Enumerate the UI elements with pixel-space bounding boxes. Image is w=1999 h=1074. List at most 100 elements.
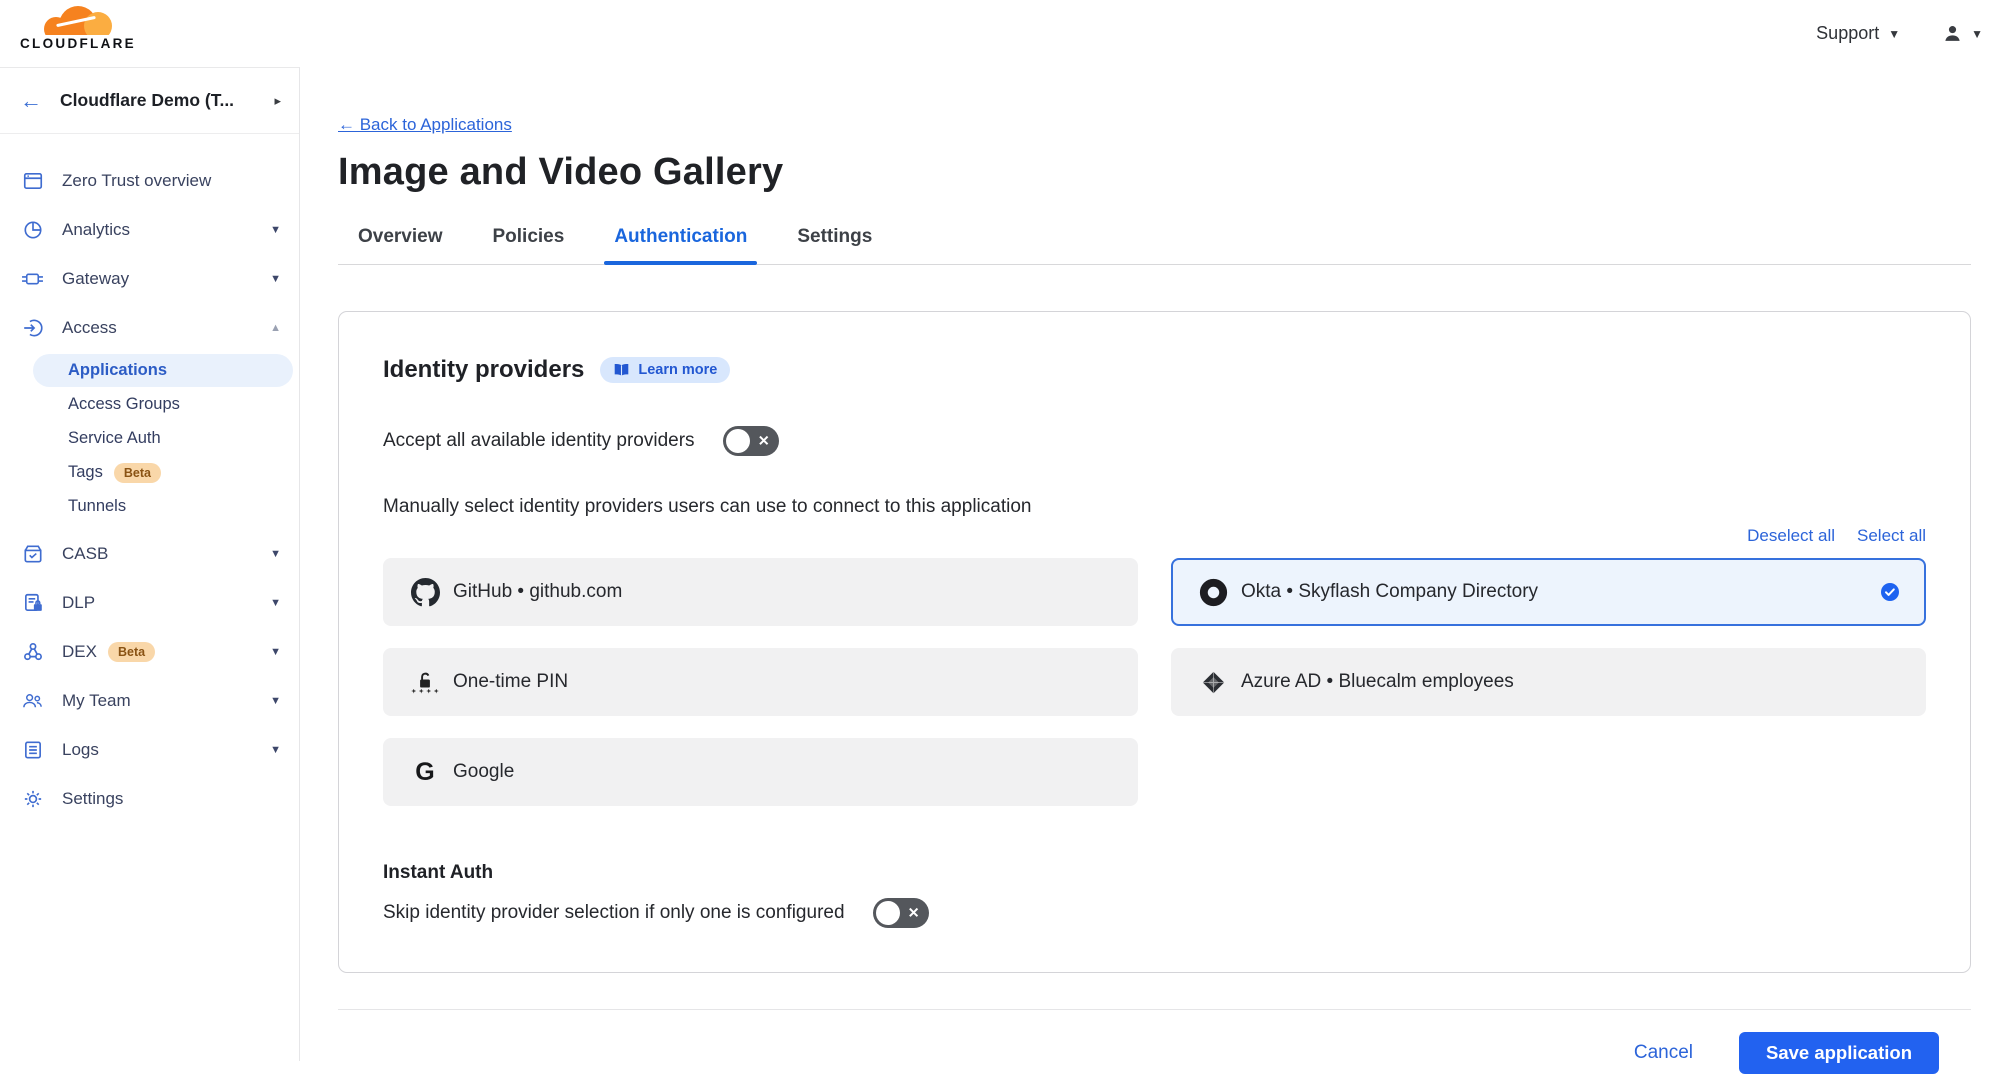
sidebar-item-zero-trust-overview[interactable]: Zero Trust overview [0,156,299,205]
tab-authentication[interactable]: Authentication [612,222,749,264]
chevron-down-icon[interactable]: ▼ [270,224,281,236]
chevron-up-icon[interactable]: ▲ [270,322,281,334]
chevron-down-icon: ▼ [1888,27,1900,41]
account-switcher[interactable]: ← Cloudflare Demo (T... ▸ [0,68,299,134]
instant-auth-toggle[interactable]: ✕ [873,898,929,928]
beta-badge: Beta [108,642,155,662]
overview-icon [21,169,44,192]
azure-ad-icon [1197,669,1229,696]
sidebar: ← Cloudflare Demo (T... ▸ Zero Trust ove… [0,67,300,1061]
sidebar-item-dex[interactable]: DEX Beta ▼ [0,627,299,676]
provider-tile-azure-ad[interactable]: Azure AD • Bluecalm employees [1171,648,1926,716]
page-title: Image and Video Gallery [338,151,1971,194]
sidebar-item-settings[interactable]: Settings [0,774,299,823]
one-time-pin-icon [409,671,441,694]
sidebar-item-label: Settings [62,789,123,809]
instant-auth-heading: Instant Auth [383,862,1926,884]
learn-more-label: Learn more [638,362,717,378]
accept-all-label: Accept all available identity providers [383,430,695,452]
chevron-down-icon[interactable]: ▼ [270,744,281,756]
support-menu[interactable]: Support ▼ [1816,23,1900,44]
support-label: Support [1816,23,1879,44]
sidebar-nav: Zero Trust overview Analytics ▼ Gateway … [0,134,299,823]
sidebar-item-label: My Team [62,691,131,711]
okta-icon [1197,578,1229,607]
chevron-down-icon[interactable]: ▼ [270,273,281,285]
chevron-down-icon[interactable]: ▼ [270,695,281,707]
gateway-icon [21,267,44,290]
cloudflare-cloud-icon [32,3,124,35]
chevron-down-icon[interactable]: ▼ [270,597,281,609]
sidebar-item-my-team[interactable]: My Team ▼ [0,676,299,725]
provider-name: GitHub • github.com [453,581,622,603]
user-avatar-icon [1942,23,1963,44]
back-to-applications-link[interactable]: ← Back to Applications [338,115,512,135]
skip-selection-label: Skip identity provider selection if only… [383,902,845,924]
chevron-right-icon[interactable]: ▸ [274,93,281,109]
provider-grid: GitHub • github.com Okta • Skyflash Comp… [383,558,1926,806]
tab-policies[interactable]: Policies [491,222,567,264]
tab-settings[interactable]: Settings [795,222,874,264]
tab-overview[interactable]: Overview [356,222,445,264]
account-name: Cloudflare Demo (T... [60,90,234,111]
chevron-down-icon: ▼ [1971,27,1983,41]
footer-divider [338,1009,1971,1010]
sidebar-item-label: Access [62,318,117,338]
google-icon: G [409,760,441,785]
provider-name: One-time PIN [453,671,568,693]
sidebar-item-tunnels[interactable]: Tunnels [33,490,293,523]
dlp-icon [21,591,44,614]
footer-actions: Cancel Save application [338,1032,1971,1074]
pin-dots [411,689,439,694]
sidebar-item-label: CASB [62,544,108,564]
sidebar-item-label: Analytics [62,220,130,240]
provider-tile-github[interactable]: GitHub • github.com [383,558,1138,626]
beta-badge: Beta [114,463,161,483]
learn-more-badge[interactable]: Learn more [600,357,730,383]
sidebar-subitem-label: Access Groups [68,395,180,414]
casb-icon [21,542,44,565]
back-arrow-icon[interactable]: ← [20,90,42,112]
provider-tile-google[interactable]: G Google [383,738,1138,806]
sidebar-item-dlp[interactable]: DLP ▼ [0,578,299,627]
deselect-all-link[interactable]: Deselect all [1747,526,1835,546]
sidebar-item-service-auth[interactable]: Service Auth [33,422,293,455]
toggle-knob [726,429,750,453]
book-icon [613,363,630,377]
sidebar-item-label: Zero Trust overview [62,171,211,191]
sidebar-subitem-label: Service Auth [68,429,161,448]
sidebar-item-applications[interactable]: Applications [33,354,293,387]
sidebar-item-gateway[interactable]: Gateway ▼ [0,254,299,303]
sidebar-item-logs[interactable]: Logs ▼ [0,725,299,774]
provider-name: Azure AD • Bluecalm employees [1241,671,1514,693]
sidebar-subitem-label: Applications [68,361,167,380]
toggle-knob [876,901,900,925]
sidebar-item-label: DLP [62,593,95,613]
github-icon [409,578,441,607]
cloudflare-logo[interactable]: CLOUDFLARE [14,3,142,51]
chevron-down-icon[interactable]: ▼ [270,548,281,560]
sidebar-item-analytics[interactable]: Analytics ▼ [0,205,299,254]
toggle-x-icon: ✕ [908,905,920,922]
sidebar-item-access-groups[interactable]: Access Groups [33,388,293,421]
accept-all-toggle[interactable]: ✕ [723,426,779,456]
sidebar-item-casb[interactable]: CASB ▼ [0,529,299,578]
provider-tile-one-time-pin[interactable]: One-time PIN [383,648,1138,716]
sidebar-item-label: Logs [62,740,99,760]
main-content: ← Back to Applications Image and Video G… [300,67,1999,1061]
team-icon [21,689,44,712]
sidebar-item-access[interactable]: Access ▲ [0,303,299,352]
card-title: Identity providers [383,356,584,384]
analytics-icon [21,218,44,241]
select-all-link[interactable]: Select all [1857,526,1926,546]
provider-name: Google [453,761,514,783]
chevron-down-icon[interactable]: ▼ [270,646,281,658]
toggle-x-icon: ✕ [758,433,770,450]
provider-tile-okta[interactable]: Okta • Skyflash Company Directory [1171,558,1926,626]
manual-select-text: Manually select identity providers users… [383,496,1926,518]
save-application-button[interactable]: Save application [1739,1032,1939,1074]
sidebar-item-tags[interactable]: Tags Beta [33,456,293,489]
identity-providers-card: Identity providers Learn more Accept all… [338,311,1971,973]
user-menu[interactable]: ▼ [1942,23,1983,44]
top-header: CLOUDFLARE Support ▼ ▼ [0,0,1999,67]
